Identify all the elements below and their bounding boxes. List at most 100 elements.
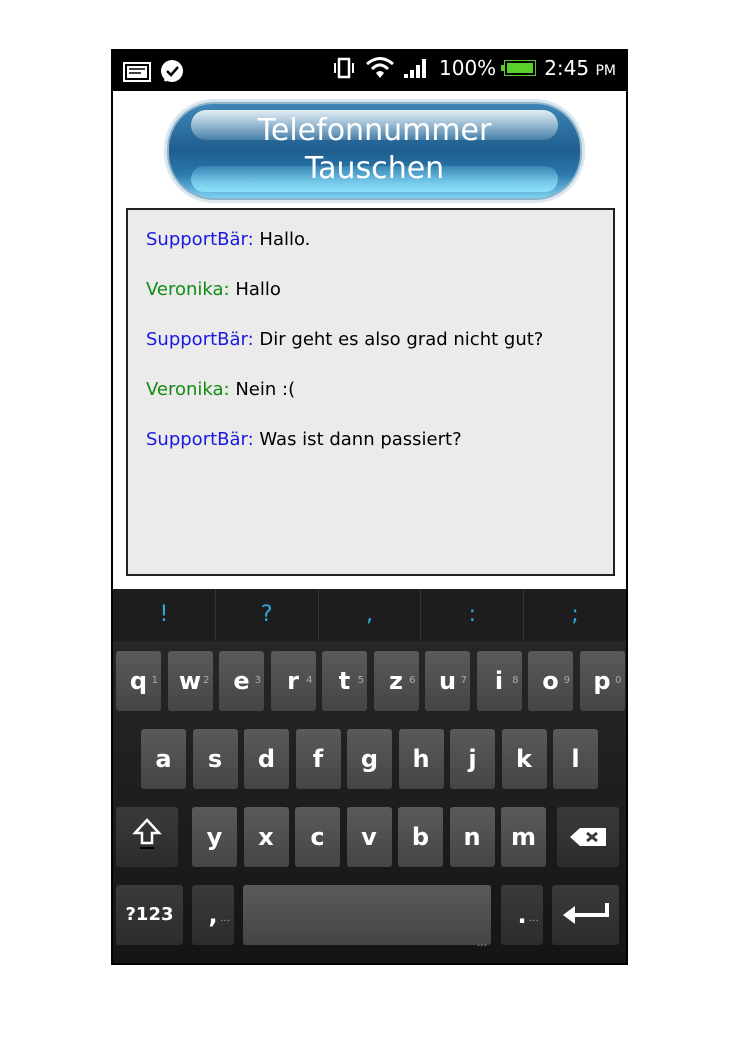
key-j[interactable]: j <box>450 729 495 789</box>
message-icon <box>123 62 151 82</box>
soft-keyboard: ! ? , : ; q1w2e3r4t5z6u7i8o9p0asdfghjkly… <box>113 589 626 963</box>
key-q[interactable]: q1 <box>116 651 161 711</box>
key-l[interactable]: l <box>553 729 598 789</box>
key-f[interactable]: f <box>295 729 341 789</box>
key-label: l <box>571 745 580 773</box>
key-label: q <box>129 667 148 695</box>
key-label: o <box>542 667 559 695</box>
key-label: f <box>312 745 324 773</box>
key-a[interactable]: a <box>141 729 186 789</box>
key-number-hint: 4 <box>306 675 313 686</box>
comma-key[interactable]: ,… <box>192 885 234 945</box>
key-d[interactable]: d <box>244 729 289 789</box>
backspace-key[interactable] <box>557 807 619 867</box>
suggestion-exclamation[interactable]: ! <box>113 589 216 641</box>
key-label: j <box>468 745 477 773</box>
key-label: n <box>463 823 481 851</box>
chat-message: Veronika: Nein :( <box>146 378 595 402</box>
enter-key[interactable] <box>552 885 619 945</box>
key-s[interactable]: s <box>192 729 238 789</box>
message-sender: SupportBär: <box>146 429 254 450</box>
message-text: Nein :( <box>229 379 296 400</box>
symbols-key[interactable]: ?123 <box>116 885 183 945</box>
signal-icon <box>404 59 426 78</box>
key-label: w <box>178 667 202 695</box>
battery-percent: 100% <box>439 56 497 80</box>
key-label: v <box>361 823 377 851</box>
key-y[interactable]: y <box>192 807 237 867</box>
key-o[interactable]: o9 <box>528 651 573 711</box>
period-key-label: . <box>517 901 527 929</box>
key-p[interactable]: p0 <box>579 651 625 711</box>
shift-key[interactable] <box>116 807 178 867</box>
key-k[interactable]: k <box>501 729 547 789</box>
key-number-hint: 9 <box>563 675 570 686</box>
notification-icons <box>123 59 185 85</box>
key-label: b <box>411 823 430 851</box>
key-b[interactable]: b <box>398 807 443 867</box>
more-chars-indicator: … <box>220 913 230 924</box>
status-bar: 100% 2:45 PM <box>113 51 626 91</box>
key-c[interactable]: c <box>295 807 340 867</box>
key-label: a <box>155 745 172 773</box>
suggestion-comma[interactable]: , <box>319 589 422 641</box>
key-label: e <box>233 667 250 695</box>
key-number-hint: 3 <box>254 675 261 686</box>
more-chars-indicator: … <box>477 938 487 949</box>
suggestion-colon[interactable]: : <box>421 589 525 641</box>
comma-key-label: , <box>208 901 218 929</box>
key-label: i <box>494 667 504 695</box>
key-label: u <box>438 667 457 695</box>
space-key[interactable]: … <box>243 885 491 949</box>
clock-ampm: PM <box>595 63 616 79</box>
period-key[interactable]: .… <box>501 885 543 945</box>
key-t[interactable]: t5 <box>322 651 367 711</box>
symbols-key-label: ?123 <box>125 904 174 925</box>
key-label: c <box>310 823 325 851</box>
key-label: t <box>338 667 351 695</box>
key-h[interactable]: h <box>398 729 444 789</box>
key-label: k <box>516 745 532 773</box>
chat-log[interactable]: SupportBär: Hallo. Veronika: Hallo Suppo… <box>126 208 615 576</box>
key-label: z <box>389 667 403 695</box>
key-label: m <box>510 823 536 851</box>
key-label: g <box>360 745 379 773</box>
key-n[interactable]: n <box>449 807 495 867</box>
key-number-hint: 5 <box>357 675 364 686</box>
key-number-hint: 6 <box>409 675 416 686</box>
key-number-hint: 1 <box>151 675 158 686</box>
shift-icon <box>132 818 162 849</box>
message-sender: Veronika: <box>146 379 230 400</box>
suggestion-semicolon[interactable]: ; <box>524 589 626 641</box>
backspace-icon <box>570 828 606 846</box>
key-label: y <box>206 823 223 851</box>
key-g[interactable]: g <box>347 729 392 789</box>
key-u[interactable]: u7 <box>425 651 470 711</box>
key-x[interactable]: x <box>243 807 289 867</box>
message-sender: SupportBär: <box>146 229 254 250</box>
message-text: Dir geht es also grad nicht gut? <box>253 329 544 350</box>
status-icons: 100% 2:45 PM <box>331 56 616 80</box>
key-label: d <box>257 745 276 773</box>
phone-screen: 100% 2:45 PM Telefonnummer Tauschen Supp… <box>111 49 628 965</box>
exchange-phone-number-button[interactable]: Telefonnummer Tauschen <box>167 102 582 200</box>
suggestion-question[interactable]: ? <box>216 589 319 641</box>
key-r[interactable]: r4 <box>270 651 316 711</box>
key-label: r <box>287 667 299 695</box>
key-label: h <box>412 745 430 773</box>
message-text: Hallo <box>229 279 281 300</box>
key-z[interactable]: z6 <box>373 651 419 711</box>
key-m[interactable]: m <box>501 807 546 867</box>
key-number-hint: 2 <box>203 675 210 686</box>
key-v[interactable]: v <box>346 807 392 867</box>
wifi-icon <box>366 57 394 78</box>
message-sender: Veronika: <box>146 279 230 300</box>
chat-message: Veronika: Hallo <box>146 278 595 302</box>
battery-icon <box>501 60 537 76</box>
message-text: Hallo. <box>253 229 311 250</box>
key-i[interactable]: i8 <box>476 651 522 711</box>
key-w[interactable]: w2 <box>167 651 213 711</box>
key-e[interactable]: e3 <box>219 651 264 711</box>
suggestion-strip: ! ? , : ; <box>113 589 626 641</box>
message-sender: SupportBär: <box>146 329 254 350</box>
